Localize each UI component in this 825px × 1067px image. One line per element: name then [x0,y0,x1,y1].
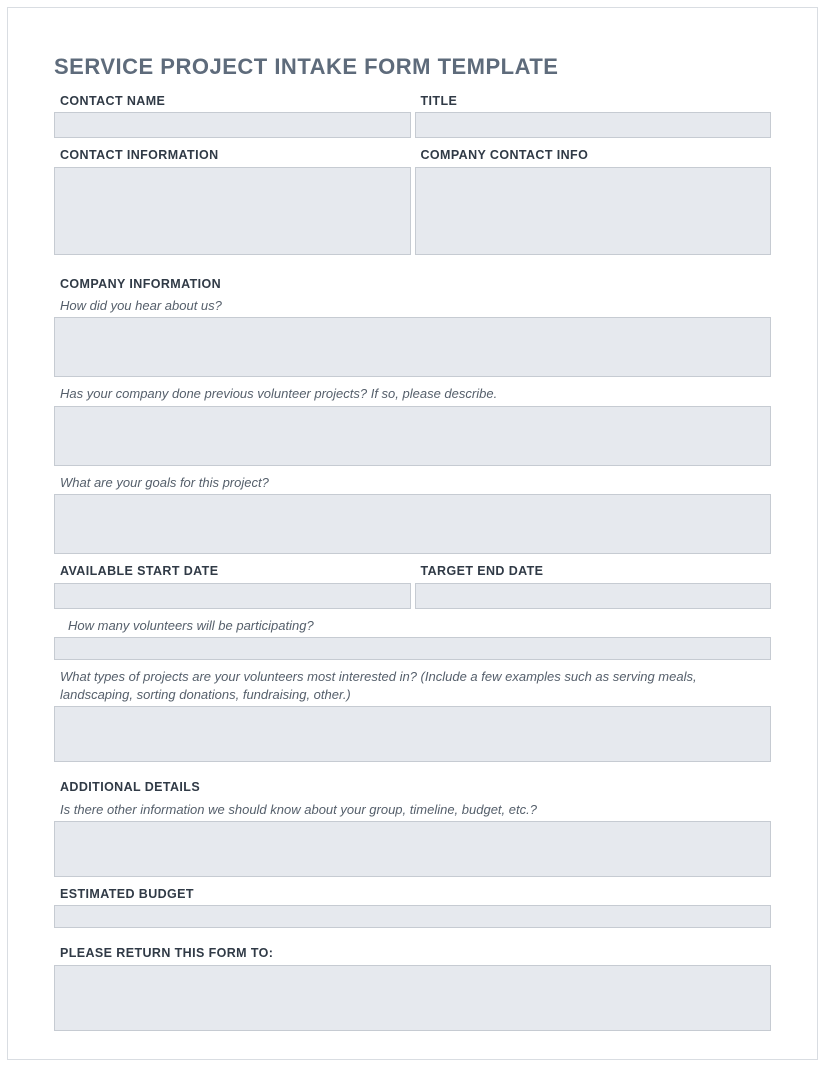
budget-field[interactable] [54,905,771,928]
volunteers-label: How many volunteers will be participatin… [54,615,771,638]
company-contact-field[interactable] [415,167,772,255]
start-date-label: AVAILABLE START DATE [54,560,411,582]
company-info-label: COMPANY INFORMATION [54,273,771,295]
title-field[interactable] [415,112,772,138]
goals-label: What are your goals for this project? [54,472,771,495]
prev-projects-field[interactable] [54,406,771,466]
contact-info-field[interactable] [54,167,411,255]
start-date-field[interactable] [54,583,411,609]
prev-projects-label: Has your company done previous volunteer… [54,383,771,406]
additional-sub: Is there other information we should kno… [54,799,771,822]
goals-field[interactable] [54,494,771,554]
additional-field[interactable] [54,821,771,877]
volunteers-field[interactable] [54,637,771,660]
end-date-field[interactable] [415,583,772,609]
contact-name-field[interactable] [54,112,411,138]
form-sheet: SERVICE PROJECT INTAKE FORM TEMPLATE CON… [7,7,818,1060]
project-types-label: What types of projects are your voluntee… [54,666,771,706]
additional-label: ADDITIONAL DETAILS [54,776,771,798]
return-field[interactable] [54,965,771,1031]
title-label: TITLE [415,90,772,112]
how-hear-field[interactable] [54,317,771,377]
end-date-label: TARGET END DATE [415,560,772,582]
form-title: SERVICE PROJECT INTAKE FORM TEMPLATE [54,54,771,80]
budget-label: ESTIMATED BUDGET [54,883,771,905]
how-hear-label: How did you hear about us? [54,295,771,318]
company-contact-label: COMPANY CONTACT INFO [415,144,772,166]
project-types-field[interactable] [54,706,771,762]
return-label: PLEASE RETURN THIS FORM TO: [54,942,771,964]
contact-info-label: CONTACT INFORMATION [54,144,411,166]
contact-name-label: CONTACT NAME [54,90,411,112]
